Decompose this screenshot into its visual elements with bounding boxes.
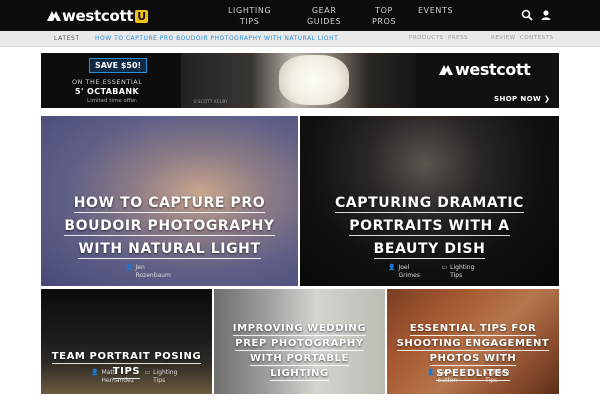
article-card-team-portrait[interactable]: TEAM PORTRAIT POSING TIPS 👤 Matt Hernand… — [41, 289, 212, 394]
ticker-headline-link[interactable]: HOW TO CAPTURE PRO BOUDOIR PHOTOGRAPHY W… — [95, 35, 338, 42]
article-title-beauty-dish[interactable]: CAPTURING DRAMATIC PORTRAITS WITH A BEAU… — [300, 192, 559, 261]
logo-text: westcott — [62, 7, 134, 25]
octabank-ad-banner[interactable]: SAVE $50! ON THE ESSENTIAL 5' OCTABANK L… — [41, 53, 559, 108]
nav-events[interactable]: EVENTS — [418, 5, 453, 16]
article-title-wedding-prep[interactable]: IMPROVING WEDDING PREP PHOTOGRAPHY WITH … — [214, 321, 385, 381]
ticker-label: LATEST — [54, 35, 80, 42]
search-icon[interactable] — [521, 9, 533, 21]
article-card-wedding-prep[interactable]: IMPROVING WEDDING PREP PHOTOGRAPHY WITH … — [214, 289, 385, 394]
folder-icon: ▭ — [144, 369, 151, 376]
ad-copy-panel: SAVE $50! ON THE ESSENTIAL 5' OCTABANK L… — [41, 53, 181, 108]
article-meta-team-portrait: 👤 Matt Hernandez ▭ Lighting Tips — [91, 369, 183, 385]
ad-save-badge: SAVE $50! — [89, 58, 148, 73]
article-author[interactable]: Matt Hernandez — [101, 369, 141, 385]
article-card-boudoir[interactable]: HOW TO CAPTURE PRO BOUDOIR PHOTOGRAPHY W… — [41, 116, 298, 286]
nav-lighting-tips[interactable]: LIGHTING TIPS — [228, 5, 271, 27]
article-author[interactable]: Jen Rozenbaum — [135, 264, 170, 280]
ticker-link-contests[interactable]: CONTESTS — [520, 35, 553, 41]
ad-shop-now-button[interactable]: SHOP NOW ❯ — [494, 95, 550, 103]
site-logo[interactable]: westcott U — [47, 7, 148, 25]
author-icon: 👤 — [388, 264, 396, 271]
article-author[interactable]: Joel Grimes — [398, 264, 432, 280]
article-card-engagement[interactable]: ESSENTIAL TIPS FOR SHOOTING ENGAGEMENT P… — [387, 289, 559, 394]
ad-brand-logo: westcott — [439, 60, 531, 79]
logo-badge: U — [135, 9, 148, 23]
octabank-softbox-image — [279, 55, 349, 105]
article-title-boudoir[interactable]: HOW TO CAPTURE PRO BOUDOIR PHOTOGRAPHY W… — [41, 192, 298, 261]
westcott-logo-mark-icon — [47, 11, 61, 21]
latest-ticker: LATEST HOW TO CAPTURE PRO BOUDOIR PHOTOG… — [0, 31, 600, 47]
ticker-link-products[interactable]: PRODUCTS — [409, 35, 443, 41]
article-category[interactable]: Lighting Tips — [450, 264, 482, 280]
site-header: westcott U LIGHTING TIPS GEAR GUIDES TOP… — [0, 0, 600, 31]
article-meta-engagement: 👤 Zach Sutton ▭ Lighting Tips — [427, 369, 515, 385]
ticker-link-review[interactable]: REVIEW — [491, 35, 516, 41]
article-card-beauty-dish[interactable]: CAPTURING DRAMATIC PORTRAITS WITH A BEAU… — [300, 116, 559, 286]
user-icon[interactable] — [540, 9, 552, 21]
nav-top-pros[interactable]: TOP PROS — [372, 5, 396, 27]
author-icon: 👤 — [125, 264, 133, 271]
ticker-link-press[interactable]: PRESS — [448, 35, 468, 41]
folder-icon: ▭ — [441, 264, 448, 271]
ad-line-offer: Limited time offer. — [87, 98, 138, 104]
folder-icon: ▭ — [476, 369, 483, 376]
article-meta-boudoir: 👤 Jen Rozenbaum — [125, 264, 171, 280]
article-meta-beauty-dish: 👤 Joel Grimes ▭ Lighting Tips — [388, 264, 482, 280]
ad-photo-credit: ©SCOTT KELBY — [193, 100, 228, 105]
ad-line-essential: ON THE ESSENTIAL — [72, 78, 143, 86]
article-category[interactable]: Lighting Tips — [485, 369, 515, 385]
author-icon: 👤 — [91, 369, 99, 376]
nav-gear-guides[interactable]: GEAR GUIDES — [307, 5, 341, 27]
westcott-logo-mark-icon — [439, 64, 453, 75]
article-category[interactable]: Lighting Tips — [153, 369, 183, 385]
author-icon: 👤 — [427, 369, 435, 376]
article-author[interactable]: Zach Sutton — [437, 369, 473, 385]
ad-brand-text: westcott — [455, 60, 531, 79]
ad-line-product: 5' OCTABANK — [75, 87, 140, 96]
